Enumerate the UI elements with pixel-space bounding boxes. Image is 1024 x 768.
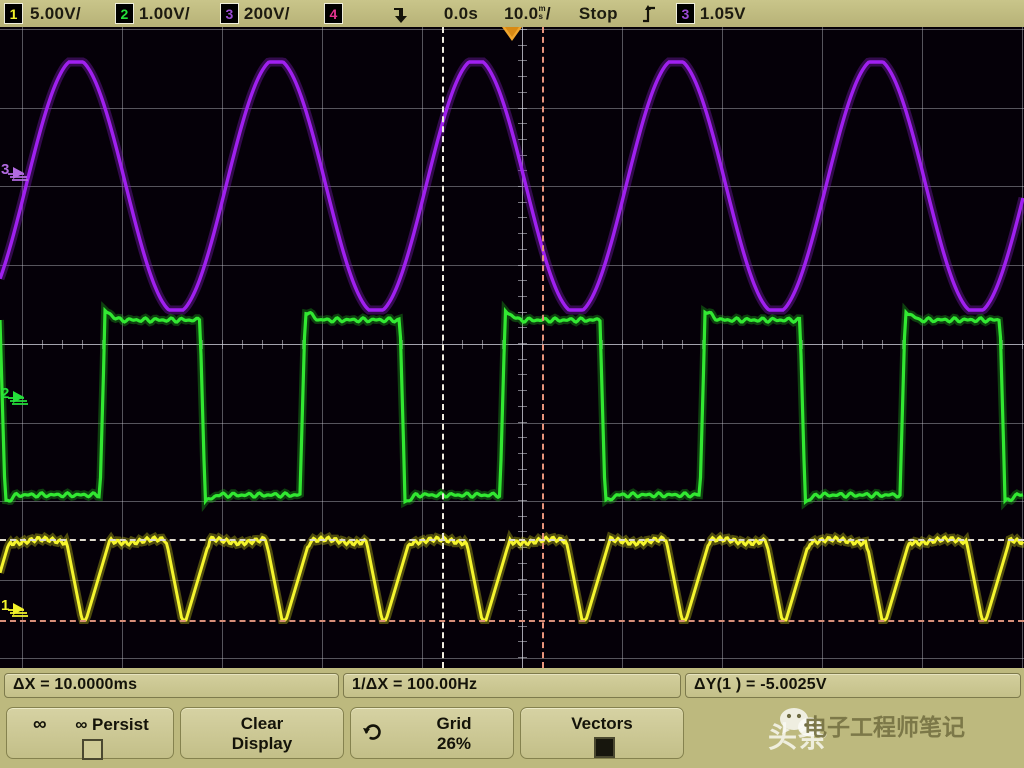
run-state-label[interactable]: Stop	[579, 4, 618, 24]
ground-symbol-icon	[0, 156, 28, 190]
y2-cursor[interactable]	[0, 620, 1024, 622]
delta-x-measurement-text: ΔX = 10.0000ms	[13, 676, 137, 694]
ground-symbol-icon	[0, 380, 28, 414]
persist-key[interactable]: ∞ ∞ Persist	[6, 707, 174, 759]
ch4-badge[interactable]: 4	[324, 3, 343, 24]
grid-key[interactable]: Grid 26%	[350, 707, 514, 759]
timebase-unit-denominator: s	[538, 13, 545, 21]
ch2-badge[interactable]: 2	[115, 3, 134, 24]
persist-key-label: ∞ Persist	[7, 715, 195, 734]
vectors-key[interactable]: Vectors	[520, 707, 684, 759]
delta-y-measurement-text: ΔY(1 ) = -5.0025V	[694, 676, 827, 694]
vectors-checkbox[interactable]	[594, 737, 615, 758]
ch2-trace	[0, 311, 1023, 502]
graticule[interactable]: 3 2 1	[0, 27, 1024, 668]
clear-display-key-label-line1: Clear	[181, 714, 343, 733]
vectors-key-label: Vectors	[521, 714, 683, 733]
ch2-ground-marker[interactable]: 2	[0, 380, 30, 414]
persist-checkbox[interactable]	[82, 739, 103, 760]
grid-key-label-line2: 26%	[351, 734, 535, 753]
ch2-scale-label[interactable]: 1.00V/	[139, 4, 190, 24]
clear-display-key[interactable]: Clear Display	[180, 707, 344, 759]
delta-x-measurement[interactable]: ΔX = 10.0000ms	[4, 673, 339, 698]
measurement-bar: ΔX = 10.0000ms 1/ΔX = 100.00Hz ΔY(1 ) = …	[0, 668, 1024, 700]
ch3-trace	[0, 62, 1023, 310]
ch1-scale-label[interactable]: 5.00V/	[30, 4, 81, 24]
trigger-source-badge[interactable]: 3	[676, 3, 695, 24]
ch1-trace	[0, 537, 1023, 620]
waveform-traces	[0, 27, 1024, 668]
watermark: 头条 电子工程师笔记	[768, 702, 1024, 766]
ch3-scale-label[interactable]: 200V/	[244, 4, 290, 24]
freq-measurement-text: 1/ΔX = 100.00Hz	[352, 676, 477, 694]
ch3-badge[interactable]: 3	[220, 3, 239, 24]
clear-display-key-label-line2: Display	[181, 734, 343, 753]
timebase-value: 10.0	[504, 4, 538, 24]
trigger-level-label[interactable]: 1.05V	[700, 4, 746, 24]
ground-symbol-icon	[0, 592, 28, 626]
watermark-front-text: 电子工程师笔记	[804, 708, 1024, 742]
delay-label[interactable]: 0.0s	[444, 4, 478, 24]
x2-cursor[interactable]	[542, 27, 544, 668]
x1-cursor[interactable]	[442, 27, 444, 668]
timebase-unit: ms	[538, 5, 545, 21]
timebase-slash: /	[546, 4, 551, 24]
timebase-label[interactable]: 10.0ms/	[504, 4, 551, 24]
y1-cursor[interactable]	[0, 539, 1024, 541]
freq-measurement[interactable]: 1/ΔX = 100.00Hz	[343, 673, 681, 698]
top-status-bar: 1 5.00V/ 2 1.00V/ 3 200V/ 4 0.0s 10.0ms/…	[0, 0, 1024, 28]
grid-key-label-line1: Grid	[351, 714, 535, 733]
ch3-ground-marker[interactable]: 3	[0, 156, 30, 190]
rising-edge-icon[interactable]	[640, 4, 658, 24]
ch1-badge[interactable]: 1	[4, 3, 23, 24]
oscilloscope-screen: 1 5.00V/ 2 1.00V/ 3 200V/ 4 0.0s 10.0ms/…	[0, 0, 1024, 768]
trigger-point-marker[interactable]	[501, 27, 523, 54]
ch1-ground-marker[interactable]: 1	[0, 592, 30, 626]
delta-y-ch1-measurement[interactable]: ΔY(1 ) = -5.0025V	[685, 673, 1021, 698]
trigger-position-icon[interactable]	[390, 4, 412, 24]
